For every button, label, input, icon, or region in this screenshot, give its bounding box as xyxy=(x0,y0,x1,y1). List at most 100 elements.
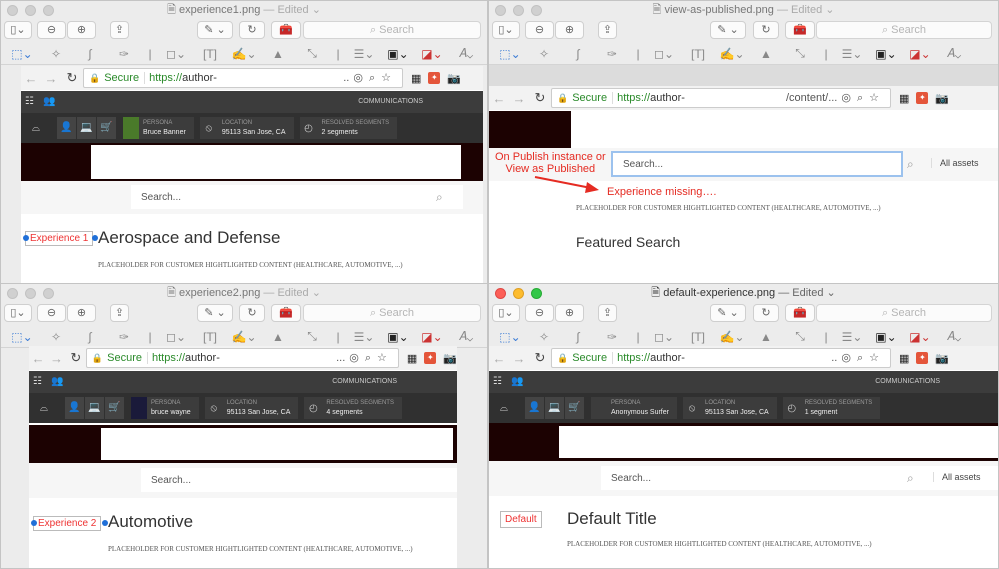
markup-toolbox-button[interactable]: 🧰 xyxy=(271,21,301,39)
user-icon[interactable]: 👤 xyxy=(525,397,544,419)
close-button[interactable] xyxy=(495,5,506,16)
site-search-input[interactable]: Search... xyxy=(131,185,463,209)
text-style-icon[interactable]: 𝐴⌄ xyxy=(937,329,971,344)
shapes-icon[interactable]: ◻⌄ xyxy=(159,47,193,61)
close-button[interactable] xyxy=(7,288,18,299)
minimize-button[interactable] xyxy=(513,288,524,299)
text-icon[interactable]: [T] xyxy=(193,330,227,344)
extension-icon[interactable]: ✦ xyxy=(916,352,929,364)
draw-icon[interactable]: ✑ xyxy=(107,47,141,61)
reload-icon[interactable]: ↻ xyxy=(529,350,551,366)
toggle-icon[interactable]: ⌓ xyxy=(495,403,513,414)
zoom-in-button[interactable]: ⊕ xyxy=(555,21,584,39)
page-icons[interactable]: ◎⌕☆ xyxy=(841,351,885,365)
edited-label[interactable]: — Edited xyxy=(778,287,823,299)
segments-module[interactable]: ◴ RESOLVED SEGMENTS 1 segment xyxy=(782,397,881,419)
text-icon[interactable]: [T] xyxy=(681,330,715,344)
close-button[interactable] xyxy=(495,288,506,299)
text-style-icon[interactable]: 𝐴⌄ xyxy=(449,46,483,61)
extension-icon[interactable]: ✦ xyxy=(916,92,929,104)
preview-search-input[interactable]: ⌕ Search xyxy=(816,304,992,322)
minimize-button[interactable] xyxy=(25,5,36,16)
page-icons[interactable]: ◎⌕☆ xyxy=(841,91,885,105)
camera-icon[interactable]: 📷 xyxy=(935,92,949,105)
user-icon[interactable]: 👤 xyxy=(65,397,84,419)
users-icon[interactable]: 👥 xyxy=(51,376,63,387)
adjust-size-icon[interactable]: ⤡ xyxy=(783,46,817,61)
sign-icon[interactable]: ✍⌄ xyxy=(715,47,749,61)
fill-color-icon[interactable]: ◪⌄ xyxy=(415,330,449,344)
rotate-button[interactable]: ↻ xyxy=(239,304,265,322)
selection-icon[interactable]: ⬚⌄ xyxy=(493,47,527,61)
resize-handle[interactable] xyxy=(31,520,37,526)
text-style-icon[interactable]: 𝐴⌄ xyxy=(449,329,483,344)
back-icon[interactable]: ← xyxy=(29,351,47,366)
adjust-size-icon[interactable]: ⤡ xyxy=(295,329,329,344)
chevron-down-icon[interactable]: ⌄ xyxy=(823,287,835,299)
shape-style-icon[interactable]: ☰⌄ xyxy=(835,47,869,61)
zoom-out-button[interactable]: ⊖ xyxy=(525,304,554,322)
adjust-color-icon[interactable]: ▲ xyxy=(261,47,295,61)
sign-icon[interactable]: ✍⌄ xyxy=(227,330,261,344)
adjust-color-icon[interactable]: ▲ xyxy=(749,47,783,61)
experience-label[interactable]: Experience 2 xyxy=(33,516,102,531)
sketch-icon[interactable]: ∫ xyxy=(73,47,107,61)
page-icons[interactable]: ◎⌕☆ xyxy=(349,351,393,365)
users-icon[interactable]: 👥 xyxy=(43,96,55,107)
zoom-in-button[interactable]: ⊕ xyxy=(67,21,96,39)
instant-alpha-icon[interactable]: ✧ xyxy=(527,47,561,61)
camera-icon[interactable]: 📷 xyxy=(447,72,461,85)
pen-button[interactable]: ✎ ⌄ xyxy=(710,21,746,39)
shapes-icon[interactable]: ◻⌄ xyxy=(647,330,681,344)
search-icon[interactable]: ⌕ xyxy=(907,157,914,172)
share-button[interactable]: ⇪ xyxy=(110,304,129,322)
adjust-color-icon[interactable]: ▲ xyxy=(261,330,295,344)
forward-icon[interactable]: → xyxy=(41,71,61,86)
markup-toolbox-button[interactable]: 🧰 xyxy=(785,304,815,322)
sign-icon[interactable]: ✍⌄ xyxy=(715,330,749,344)
shape-style-icon[interactable]: ☰⌄ xyxy=(347,330,381,344)
draw-icon[interactable]: ✑ xyxy=(595,330,629,344)
apps-icon[interactable]: ▦ xyxy=(411,72,421,85)
search-icon[interactable]: ⌕ xyxy=(907,471,914,486)
zoom-in-button[interactable]: ⊕ xyxy=(555,304,584,322)
back-icon[interactable]: ← xyxy=(489,91,509,106)
selection-icon[interactable]: ⬚⌄ xyxy=(5,47,39,61)
persona-module[interactable]: PERSONA bruce wayne xyxy=(131,397,199,419)
location-module[interactable]: ⦸ LOCATION 95113 San Jose, CA xyxy=(199,117,294,139)
adjust-size-icon[interactable]: ⤡ xyxy=(295,46,329,61)
extension-icon[interactable]: ✦ xyxy=(424,352,437,364)
forward-icon[interactable]: → xyxy=(509,351,529,366)
sign-icon[interactable]: ✍⌄ xyxy=(227,47,261,61)
settings-icon[interactable]: ☷ xyxy=(33,376,42,387)
fill-color-icon[interactable]: ◪⌄ xyxy=(903,47,937,61)
zoom-button[interactable] xyxy=(531,5,542,16)
border-color-icon[interactable]: ▣⌄ xyxy=(869,330,903,344)
site-search-input[interactable]: Search... xyxy=(141,468,457,492)
preview-search-input[interactable]: ⌕ Search xyxy=(303,21,481,39)
resize-handle[interactable] xyxy=(23,235,29,241)
rotate-button[interactable]: ↻ xyxy=(239,21,265,39)
sketch-icon[interactable]: ∫ xyxy=(561,330,595,344)
text-icon[interactable]: [T] xyxy=(681,47,715,61)
all-assets-link[interactable]: All assets xyxy=(931,158,979,168)
page-icons[interactable]: ◎⌕☆ xyxy=(353,71,397,85)
pen-button[interactable]: ✎ ⌄ xyxy=(197,21,233,39)
border-color-icon[interactable]: ▣⌄ xyxy=(381,330,415,344)
location-module[interactable]: ⦸ LOCATION 95113 San Jose, CA xyxy=(682,397,777,419)
minimize-button[interactable] xyxy=(25,288,36,299)
cart-icon[interactable]: 🛒 xyxy=(565,397,584,419)
reload-icon[interactable]: ↻ xyxy=(66,350,86,366)
shape-style-icon[interactable]: ☰⌄ xyxy=(347,47,381,61)
user-icon[interactable]: 👤 xyxy=(57,117,76,139)
preview-search-input[interactable]: ⌕ Search xyxy=(816,21,992,39)
back-icon[interactable]: ← xyxy=(489,351,509,366)
address-bar[interactable]: 🔒 Secure https://author-.. ◎⌕☆ xyxy=(551,348,891,368)
zoom-button[interactable] xyxy=(531,288,542,299)
zoom-in-button[interactable]: ⊕ xyxy=(67,304,96,322)
pen-button[interactable]: ✎ ⌄ xyxy=(710,304,746,322)
instant-alpha-icon[interactable]: ✧ xyxy=(39,47,73,61)
address-bar[interactable]: 🔒 Secure https://author-.. ◎⌕☆ xyxy=(83,68,403,88)
border-color-icon[interactable]: ▣⌄ xyxy=(869,47,903,61)
site-search-input[interactable]: Search... xyxy=(611,151,903,177)
